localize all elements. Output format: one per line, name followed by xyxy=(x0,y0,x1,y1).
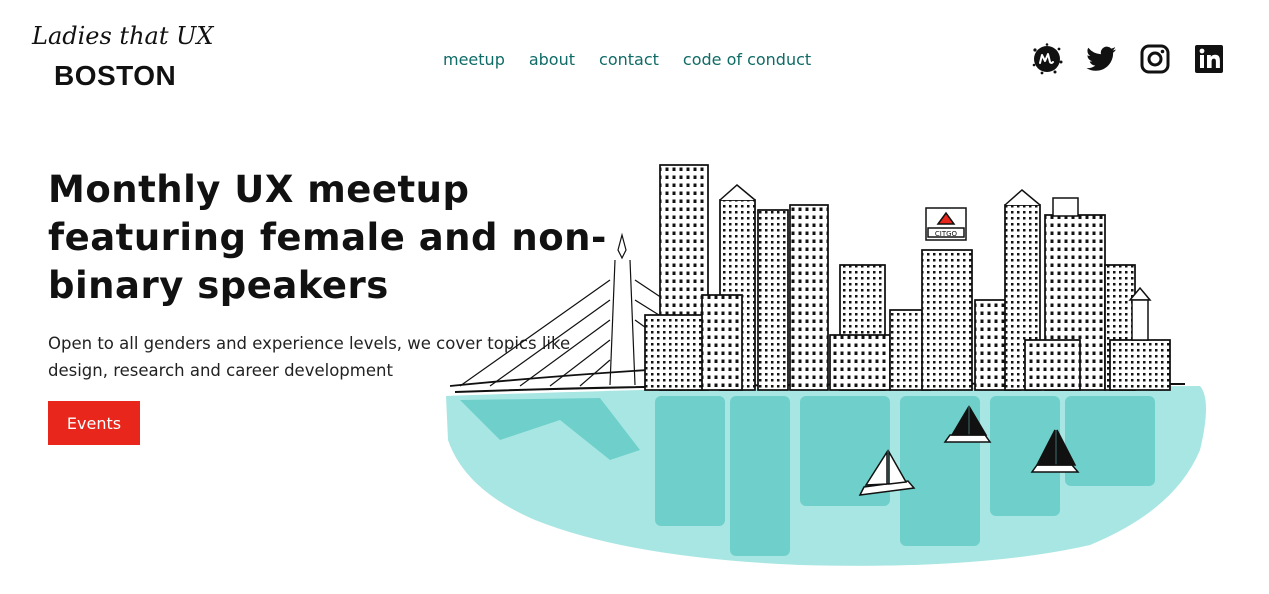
skyline-buildings: CITGO xyxy=(644,164,1171,391)
nav-link-contact[interactable]: contact xyxy=(599,50,659,69)
nav-link-about[interactable]: about xyxy=(529,50,575,69)
citgo-sign-text: CITGO xyxy=(935,230,958,238)
nav-link-meetup[interactable]: meetup xyxy=(443,50,505,69)
site-logo[interactable]: Ladies that UX BOSTON xyxy=(32,20,214,96)
linkedin-icon[interactable] xyxy=(1192,42,1226,76)
boston-skyline-illustration: CITGO xyxy=(446,164,1206,566)
main-nav: meetup about contact code of conduct xyxy=(443,50,811,69)
logo-script-text: Ladies that UX xyxy=(32,22,214,50)
twitter-icon[interactable] xyxy=(1084,42,1118,76)
meetup-icon[interactable] xyxy=(1030,42,1064,76)
instagram-icon[interactable] xyxy=(1138,42,1172,76)
logo-city-text: BOSTON xyxy=(54,60,177,91)
events-button[interactable]: Events xyxy=(48,401,140,445)
nav-link-code-of-conduct[interactable]: code of conduct xyxy=(683,50,811,69)
social-links xyxy=(1030,42,1226,76)
